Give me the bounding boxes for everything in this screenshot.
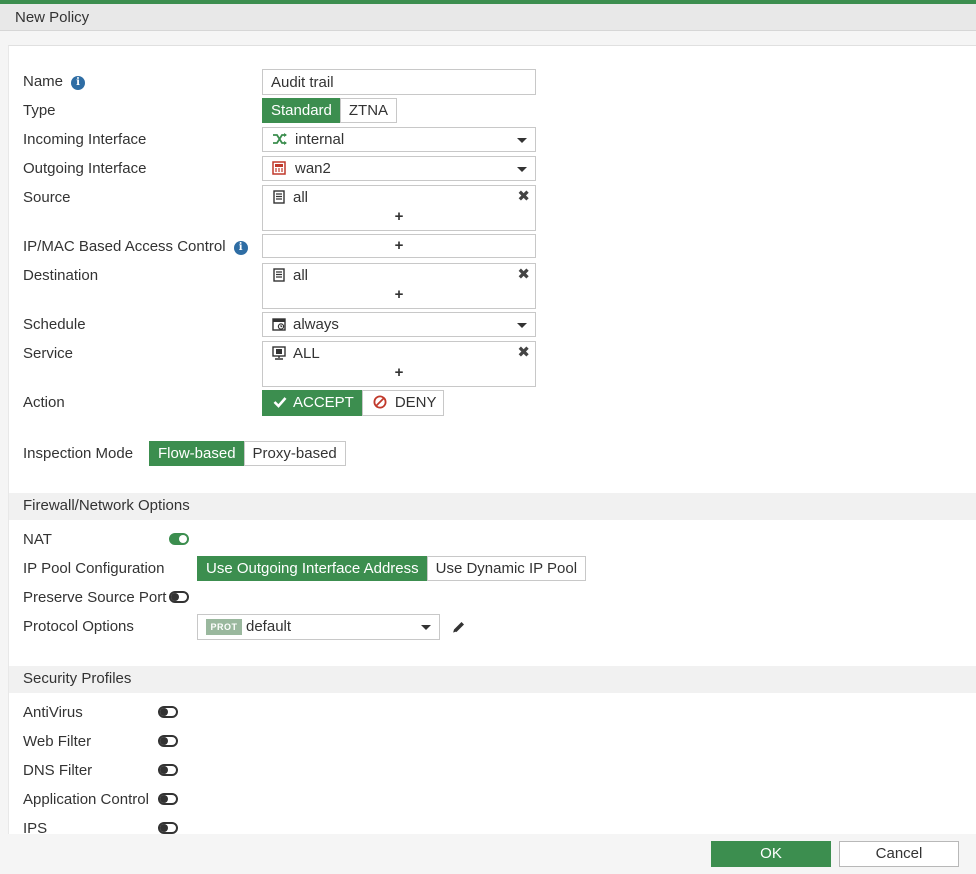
destination-field: all ✖ + — [262, 263, 536, 309]
ok-button[interactable]: OK — [711, 841, 831, 867]
ip-pool-option-outgoing[interactable]: Use Outgoing Interface Address — [197, 556, 428, 581]
ip-mac-access-label: IP/MAC Based Access Control i — [23, 238, 248, 255]
section-title: Firewall/Network Options — [23, 497, 190, 514]
section-title: Security Profiles — [23, 670, 132, 687]
ip-pool-segmented-control: Use Outgoing Interface Address Use Dynam… — [197, 556, 587, 581]
address-icon — [272, 268, 286, 286]
dns-filter-label: DNS Filter — [23, 762, 93, 779]
remove-icon[interactable]: ✖ — [517, 187, 530, 205]
policy-form-panel: Name i Audit trail Type Standard ZTNA Inc… — [8, 45, 976, 834]
add-source-button[interactable]: + — [263, 208, 535, 225]
outgoing-interface-value: wan2 — [295, 160, 331, 177]
name-label-text: Name — [23, 73, 64, 90]
shuffle-icon — [272, 132, 288, 150]
service-icon — [272, 346, 286, 364]
preserve-source-port-toggle[interactable] — [169, 591, 189, 603]
application-control-toggle[interactable] — [158, 793, 178, 805]
protocol-options-select[interactable]: PROT default — [197, 614, 440, 640]
dns-filter-toggle[interactable] — [158, 764, 178, 776]
service-value[interactable]: ALL — [293, 345, 320, 362]
preserve-source-port-label: Preserve Source Port — [23, 589, 167, 606]
ips-toggle[interactable] — [158, 822, 178, 834]
ip-mac-access-label-text: IP/MAC Based Access Control — [23, 238, 226, 255]
incoming-interface-label: Incoming Interface — [23, 131, 147, 148]
add-service-button[interactable]: + — [263, 364, 535, 381]
edit-pencil-icon[interactable] — [451, 620, 466, 639]
info-icon[interactable]: i — [233, 241, 248, 255]
nat-label: NAT — [23, 531, 52, 548]
address-icon — [272, 190, 286, 208]
remove-icon[interactable]: ✖ — [517, 265, 530, 283]
antivirus-label: AntiVirus — [23, 704, 83, 721]
schedule-label: Schedule — [23, 316, 86, 333]
incoming-interface-value: internal — [295, 131, 345, 148]
incoming-interface-select[interactable]: internal — [262, 127, 536, 152]
schedule-select[interactable]: always — [262, 312, 536, 337]
toggle-knob — [160, 766, 168, 774]
source-label: Source — [23, 189, 71, 206]
chevron-down-icon — [517, 138, 527, 143]
info-icon[interactable]: i — [71, 76, 86, 90]
nat-toggle[interactable] — [169, 533, 189, 545]
accept-label: ACCEPT — [293, 394, 354, 411]
dialog-title-bar: New Policy — [0, 4, 976, 31]
type-label: Type — [23, 102, 56, 119]
action-segmented-control: ACCEPT DENY — [262, 390, 444, 416]
source-value[interactable]: all — [293, 189, 308, 206]
toggle-knob — [179, 535, 187, 543]
application-control-label: Application Control — [23, 791, 149, 808]
chevron-down-icon — [517, 167, 527, 172]
toggle-knob — [160, 795, 168, 803]
service-label: Service — [23, 345, 74, 362]
cancel-button[interactable]: Cancel — [839, 841, 959, 867]
schedule-icon — [272, 317, 286, 335]
destination-label: Destination — [23, 267, 99, 284]
type-option-standard[interactable]: Standard — [262, 98, 341, 123]
security-profiles-header: Security Profiles — [9, 666, 976, 693]
ip-pool-option-dynamic[interactable]: Use Dynamic IP Pool — [426, 556, 587, 581]
remove-icon[interactable]: ✖ — [517, 343, 530, 361]
chevron-down-icon — [517, 323, 527, 328]
service-field: ALL ✖ + — [262, 341, 536, 387]
source-field: all ✖ + — [262, 185, 536, 231]
protocol-options-label: Protocol Options — [23, 618, 134, 635]
check-icon — [273, 397, 287, 408]
ips-label: IPS — [23, 820, 48, 834]
firewall-network-options-header: Firewall/Network Options — [9, 493, 976, 520]
type-option-ztna[interactable]: ZTNA — [339, 98, 398, 123]
accept-button[interactable]: ACCEPT — [262, 390, 363, 416]
toggle-knob — [160, 737, 168, 745]
inspection-option-proxy[interactable]: Proxy-based — [243, 441, 346, 466]
page-title: New Policy — [15, 9, 90, 26]
protocol-options-value: default — [246, 618, 292, 635]
deny-button[interactable]: DENY — [361, 390, 444, 416]
add-destination-button[interactable]: + — [263, 286, 535, 303]
schedule-value: always — [293, 316, 339, 333]
wan-port-icon — [272, 161, 286, 179]
action-label: Action — [23, 394, 65, 411]
toggle-knob — [160, 824, 168, 832]
toggle-knob — [171, 593, 179, 601]
deny-icon — [373, 395, 387, 409]
ip-pool-label: IP Pool Configuration — [23, 560, 165, 577]
toggle-knob — [160, 708, 168, 716]
destination-value[interactable]: all — [293, 267, 308, 284]
deny-label: DENY — [394, 394, 437, 411]
web-filter-label: Web Filter — [23, 733, 92, 750]
prot-badge: PROT — [206, 619, 242, 635]
inspection-mode-segmented-control: Flow-based Proxy-based — [149, 441, 346, 466]
name-label: Name i — [23, 73, 86, 90]
outgoing-interface-select[interactable]: wan2 — [262, 156, 536, 181]
type-segmented-control: Standard ZTNA — [262, 98, 398, 123]
inspection-mode-label: Inspection Mode — [23, 445, 134, 462]
name-input[interactable]: Audit trail — [262, 69, 536, 95]
web-filter-toggle[interactable] — [158, 735, 178, 747]
inspection-option-flow[interactable]: Flow-based — [149, 441, 245, 466]
antivirus-toggle[interactable] — [158, 706, 178, 718]
outgoing-interface-label: Outgoing Interface — [23, 160, 147, 177]
chevron-down-icon — [421, 625, 431, 630]
add-ip-mac-button[interactable]: + — [262, 234, 536, 258]
